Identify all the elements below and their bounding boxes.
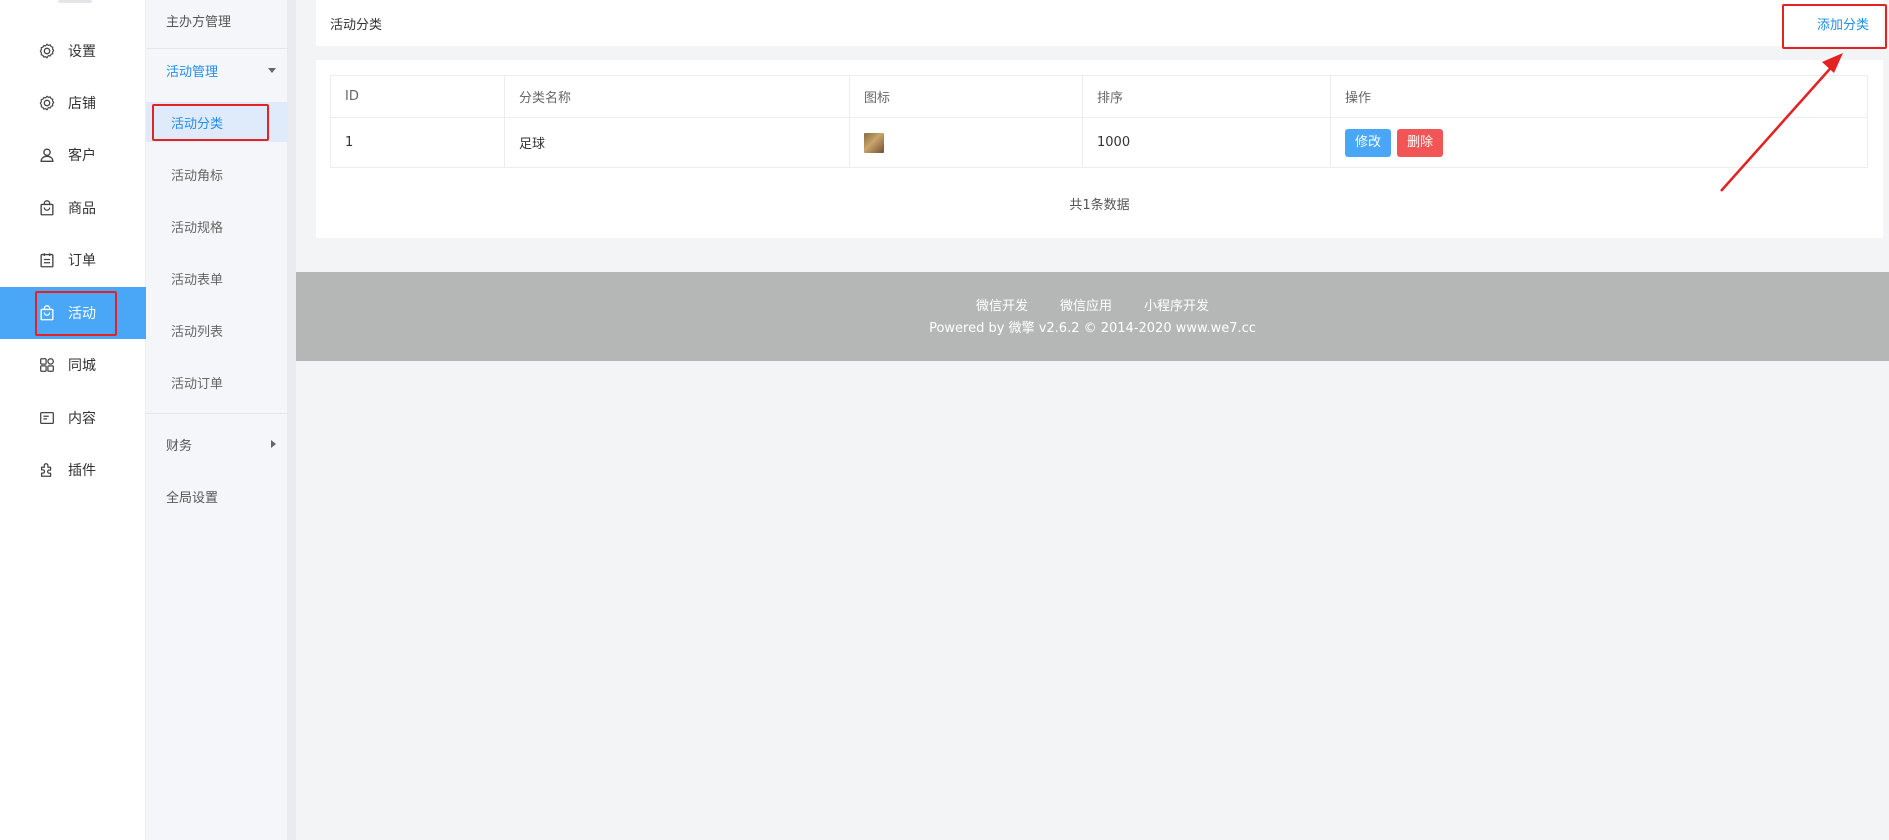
category-card: ID 分类名称 图标 排序 操作 1 足球 1000 修改 删除 共1条数据 — [316, 60, 1883, 238]
edit-button[interactable]: 修改 — [1345, 128, 1392, 157]
nav-label-store: 店铺 — [68, 96, 96, 112]
chevron-right-icon — [271, 440, 276, 448]
cell-icon — [849, 117, 1083, 168]
subnav-item-activity-spec[interactable]: 活动规格 — [146, 206, 288, 246]
sidebar-gutter — [288, 0, 296, 840]
category-thumbnail — [864, 132, 884, 153]
divider — [146, 413, 288, 414]
subnav-item-activity-list[interactable]: 活动列表 — [146, 310, 288, 350]
annotation-box-subnav — [152, 104, 269, 141]
nav-label-orders: 订单 — [68, 253, 96, 269]
subnav-item-label: 活动规格 — [171, 220, 224, 236]
annotation-box-nav — [35, 291, 117, 336]
nav-item-store[interactable]: 店铺 — [0, 77, 146, 129]
subnav-item-label: 活动订单 — [171, 376, 224, 392]
subnav-group-activity-label: 活动管理 — [166, 64, 219, 80]
column-header-sort: 排序 — [1082, 75, 1331, 118]
copyright: Powered by 微擎 v2.6.2 © 2014-2020 www.we7… — [929, 321, 1256, 336]
subnav-item-activity-badge[interactable]: 活动角标 — [146, 154, 288, 194]
subnav-item-activity-form[interactable]: 活动表单 — [146, 258, 288, 298]
content-icon — [38, 409, 56, 427]
nav-item-customer[interactable]: 客户 — [0, 129, 146, 181]
grid-icon — [38, 356, 56, 374]
subnav-group-finance-label: 财务 — [166, 438, 193, 454]
category-table: ID 分类名称 图标 排序 操作 1 足球 1000 修改 删除 — [330, 75, 1868, 168]
gear-icon — [38, 42, 56, 60]
plugin-icon — [38, 461, 56, 479]
column-header-id: ID — [330, 75, 505, 118]
nav-label-content: 内容 — [68, 411, 96, 427]
logo — [58, 0, 92, 3]
footer: 微信开发 微信应用 小程序开发 Powered by 微擎 v2.6.2 © 2… — [296, 272, 1889, 361]
bag-icon — [38, 199, 56, 217]
order-list-icon — [38, 251, 56, 269]
cell-sort: 1000 — [1082, 117, 1331, 168]
nav-label-local: 同城 — [68, 358, 96, 374]
column-header-name: 分类名称 — [504, 75, 850, 118]
main-content: 活动分类 添加分类 ID 分类名称 图标 排序 操作 1 足球 1000 修改 … — [296, 0, 1889, 840]
cell-id: 1 — [330, 117, 505, 168]
subnav-group-finance[interactable]: 财务 — [146, 424, 288, 464]
nav-item-settings[interactable]: 设置 — [0, 25, 146, 77]
footer-link-wechat-apps[interactable]: 微信应用 — [1060, 295, 1112, 314]
cell-name: 足球 — [504, 117, 850, 168]
subnav-global-settings-label: 全局设置 — [166, 490, 219, 506]
subnav-organizer-label: 主办方管理 — [166, 14, 232, 30]
total-count: 共1条数据 — [1069, 198, 1130, 213]
annotation-box-add — [1782, 4, 1887, 49]
subnav-group-activity[interactable]: 活动管理 — [146, 50, 288, 90]
nav-label-plugins: 插件 — [68, 463, 96, 479]
nav-item-plugins[interactable]: 插件 — [0, 444, 146, 496]
cell-actions: 修改 删除 — [1330, 117, 1868, 168]
divider — [146, 48, 288, 49]
subnav-item-activity-orders[interactable]: 活动订单 — [146, 362, 288, 402]
nav-label-goods: 商品 — [68, 201, 96, 217]
footer-link-wechat-dev[interactable]: 微信开发 — [976, 295, 1028, 314]
table-row: 1 足球 1000 修改 删除 — [330, 117, 1868, 168]
subnav-item-label: 活动表单 — [171, 272, 224, 288]
nav-item-local[interactable]: 同城 — [0, 339, 146, 391]
subnav-global-settings[interactable]: 全局设置 — [146, 476, 288, 516]
store-gear-icon — [38, 94, 56, 112]
nav-item-orders[interactable]: 订单 — [0, 234, 146, 286]
subnav-organizer[interactable]: 主办方管理 — [146, 0, 288, 40]
subnav-item-label: 活动列表 — [171, 324, 224, 340]
table-header-row: ID 分类名称 图标 排序 操作 — [330, 75, 1868, 118]
main-nav: 设置 店铺 客户 商品 订单 活动 同城 内容 插件 — [0, 0, 146, 840]
user-icon — [38, 146, 56, 164]
nav-item-content[interactable]: 内容 — [0, 392, 146, 444]
chevron-down-icon — [268, 68, 276, 73]
page-title: 活动分类 — [330, 17, 383, 33]
column-header-icon: 图标 — [849, 75, 1083, 118]
nav-label-settings: 设置 — [68, 44, 96, 60]
column-header-actions: 操作 — [1330, 75, 1868, 118]
nav-item-goods[interactable]: 商品 — [0, 182, 146, 234]
subnav-item-label: 活动角标 — [171, 168, 224, 184]
footer-links: 微信开发 微信应用 小程序开发 — [296, 295, 1889, 314]
footer-link-miniprogram-dev[interactable]: 小程序开发 — [1144, 295, 1209, 314]
delete-button[interactable]: 删除 — [1397, 128, 1444, 157]
nav-label-customer: 客户 — [68, 148, 96, 164]
page-header: 活动分类 添加分类 — [316, 0, 1883, 46]
